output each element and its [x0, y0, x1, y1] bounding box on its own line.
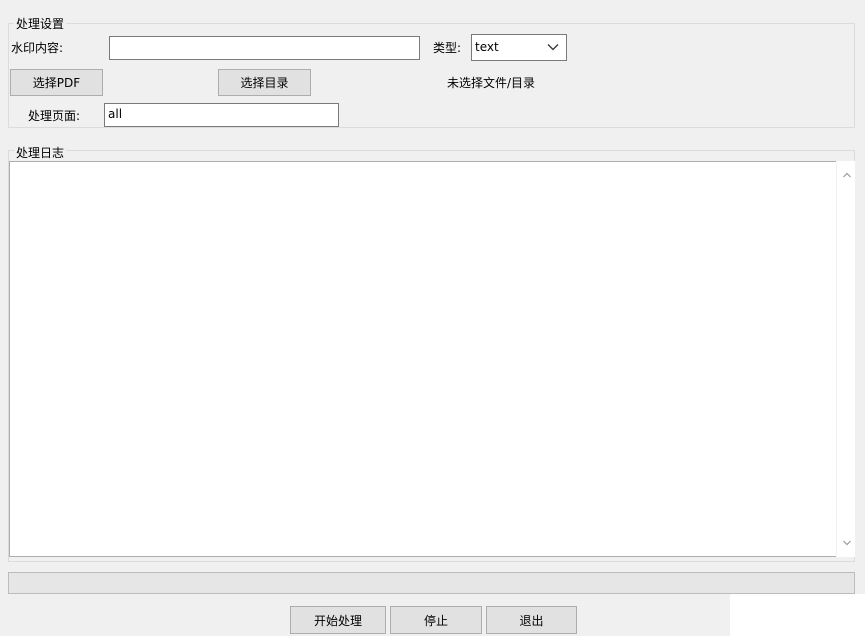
watermark-label: 水印内容: [11, 41, 64, 55]
watermark-input[interactable] [109, 36, 420, 60]
type-label: 类型: [433, 41, 462, 55]
stop-button[interactable]: 停止 [390, 606, 482, 634]
exit-button[interactable]: 退出 [486, 606, 577, 634]
window-corner [730, 594, 865, 636]
select-directory-button[interactable]: 选择目录 [218, 69, 311, 96]
selection-status-text: 未选择文件/目录 [447, 76, 536, 90]
chevron-down-icon[interactable] [546, 40, 560, 54]
pages-label: 处理页面: [28, 109, 81, 123]
chevron-up-icon[interactable] [841, 169, 853, 181]
chevron-down-icon[interactable] [841, 537, 853, 549]
pages-input[interactable]: all [104, 103, 339, 127]
progress-bar [8, 572, 855, 594]
type-combobox[interactable]: text [471, 34, 567, 61]
log-group-title: 处理日志 [14, 146, 67, 160]
start-processing-button[interactable]: 开始处理 [290, 606, 386, 634]
log-scrollbar[interactable] [836, 161, 855, 557]
log-textarea[interactable] [9, 161, 837, 557]
select-pdf-button[interactable]: 选择PDF [10, 69, 103, 96]
settings-group-title: 处理设置 [14, 17, 67, 31]
type-combobox-value: text [475, 40, 499, 54]
